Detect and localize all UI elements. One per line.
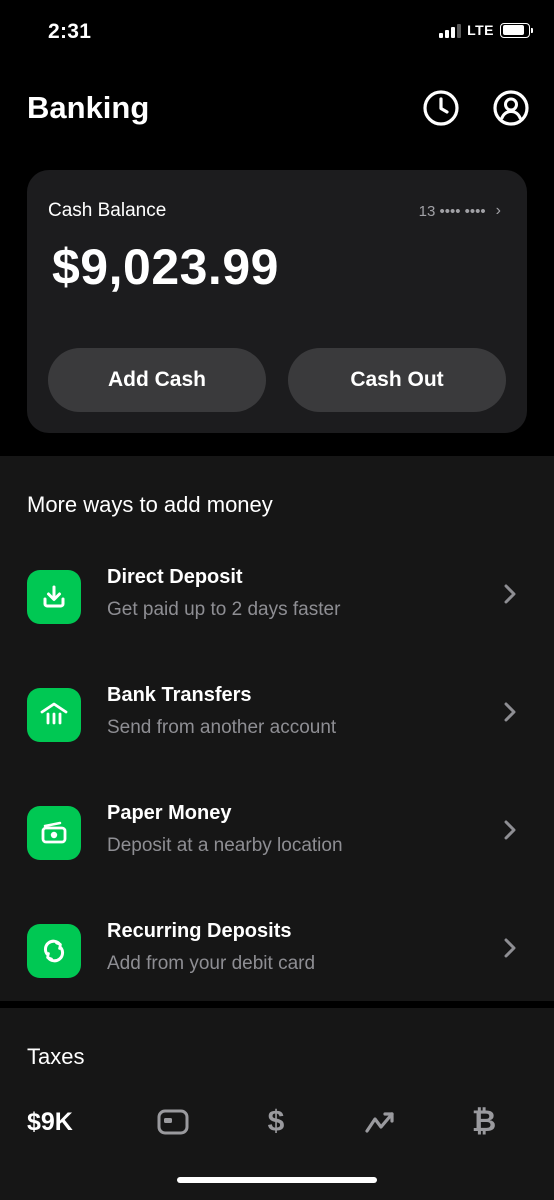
battery-icon (500, 22, 533, 38)
battery-level (502, 25, 524, 35)
bottom-nav: $9K $ ₿ (0, 1088, 554, 1200)
list-item-title: Paper Money (107, 802, 232, 824)
list-item-paper-money[interactable]: Paper Money Deposit at a nearby location (0, 800, 554, 900)
chevron-right-icon (504, 820, 516, 840)
account-number: 13 •••• •••• (418, 202, 486, 220)
chevron-right-icon (504, 702, 516, 722)
cash-out-button[interactable]: Cash Out (288, 348, 506, 412)
list-item-title: Direct Deposit (107, 566, 243, 588)
list-item-title: Bank Transfers (107, 684, 252, 706)
balance-amount: $9,023.99 (52, 239, 279, 295)
add-cash-button[interactable]: Add Cash (48, 348, 266, 412)
download-icon (27, 570, 81, 624)
page-title: Banking (27, 90, 150, 125)
list-item-recurring-deposits[interactable]: Recurring Deposits Add from your debit c… (0, 918, 554, 1018)
section-title: More ways to add money (27, 492, 273, 517)
home-indicator (177, 1177, 377, 1183)
history-icon[interactable] (422, 89, 460, 127)
network-label: LTE (467, 22, 494, 38)
list-item-subtitle: Get paid up to 2 days faster (107, 599, 341, 620)
chevron-right-icon (504, 584, 516, 604)
investing-icon[interactable] (362, 1104, 398, 1140)
taxes-title: Taxes (27, 1044, 85, 1069)
list-item-direct-deposit[interactable]: Direct Deposit Get paid up to 2 days fas… (0, 564, 554, 664)
list-item-bank-transfers[interactable]: Bank Transfers Send from another account (0, 682, 554, 782)
taxes-section[interactable]: Taxes (0, 1008, 554, 1088)
account-number-link[interactable]: 13 •••• •••• › (419, 202, 501, 220)
status-time: 2:31 (48, 20, 92, 43)
list-item-subtitle: Add from your debit card (107, 953, 316, 974)
chevron-right-icon: › (495, 202, 501, 219)
signal-icon (439, 22, 462, 38)
nav-balance-tab[interactable]: $9K (27, 1108, 73, 1137)
status-indicators: LTE (439, 22, 533, 38)
profile-icon[interactable] (492, 89, 530, 127)
dollar-icon[interactable]: $ (258, 1104, 294, 1140)
cash-balance-label: Cash Balance (48, 200, 167, 221)
list-item-title: Recurring Deposits (107, 920, 292, 942)
cash-icon (27, 806, 81, 860)
card-icon[interactable] (155, 1104, 191, 1140)
add-money-section: More ways to add money Direct Deposit Ge… (0, 456, 554, 1001)
status-bar: 2:31 LTE (0, 0, 554, 66)
cash-balance-card: Cash Balance 13 •••• •••• › $9,023.99 Ad… (27, 170, 527, 433)
list-item-subtitle: Send from another account (107, 717, 337, 738)
chevron-right-icon (504, 938, 516, 958)
bitcoin-icon[interactable]: ₿ (466, 1104, 502, 1140)
list-item-subtitle: Deposit at a nearby location (107, 835, 343, 856)
bank-icon (27, 688, 81, 742)
recurring-icon (27, 924, 81, 978)
